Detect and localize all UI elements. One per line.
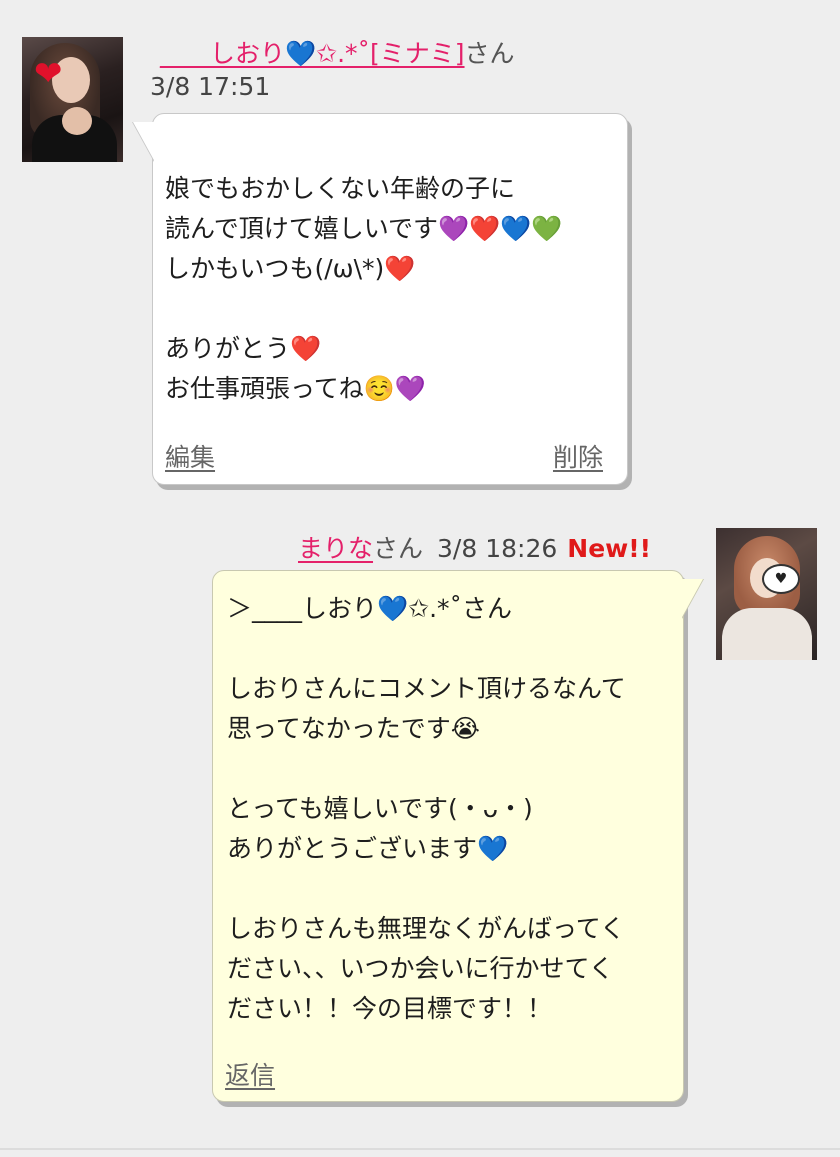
edit-link[interactable]: 編集 — [165, 438, 215, 478]
comment-thread: ❤ ____しおり💙✩.*˚[ミナミ]さん 3/8 17:51 娘でもおかしくな… — [0, 0, 840, 1157]
message2-bubble: ＞____しおり💙✩.*˚さん しおりさんにコメント頂けるなんて 思ってなかった… — [212, 570, 684, 1102]
avatar-shiori[interactable]: ❤ — [22, 37, 123, 162]
message1-timestamp: 3/8 17:51 — [150, 72, 271, 101]
honorific: さん — [373, 534, 424, 563]
avatar-body — [722, 608, 812, 660]
message2-header: まりなさん 3/8 18:26 New!! — [298, 529, 651, 565]
message1-bubble: 娘でもおかしくない年齢の子に 読んで頂けて嬉しいです💜❤️💙💚 しかもいつも(/… — [152, 113, 628, 485]
heart-sticker-icon: ♥ — [762, 564, 800, 594]
delete-link[interactable]: 削除 — [553, 438, 603, 478]
divider — [0, 1148, 840, 1150]
heart-icon: ❤ — [34, 54, 63, 94]
author-name-link[interactable]: まりな — [298, 534, 373, 563]
author-name-link[interactable]: ____しおり💙✩.*˚[ミナミ] — [160, 39, 465, 68]
message2-body: ＞____しおり💙✩.*˚さん しおりさんにコメント頂けるなんて 思ってなかった… — [227, 594, 626, 1023]
message2-timestamp: 3/8 18:26 — [437, 534, 558, 563]
reply-link[interactable]: 返信 — [225, 1056, 275, 1096]
message1-header: ____しおり💙✩.*˚[ミナミ]さん — [160, 34, 515, 70]
avatar-skin — [62, 107, 92, 135]
avatar-marina[interactable]: ♥ — [716, 528, 817, 660]
honorific: さん — [464, 39, 515, 68]
message1-body: 娘でもおかしくない年齢の子に 読んで頂けて嬉しいです💜❤️💙💚 しかもいつも(/… — [165, 174, 563, 403]
new-badge: New!! — [567, 534, 652, 563]
